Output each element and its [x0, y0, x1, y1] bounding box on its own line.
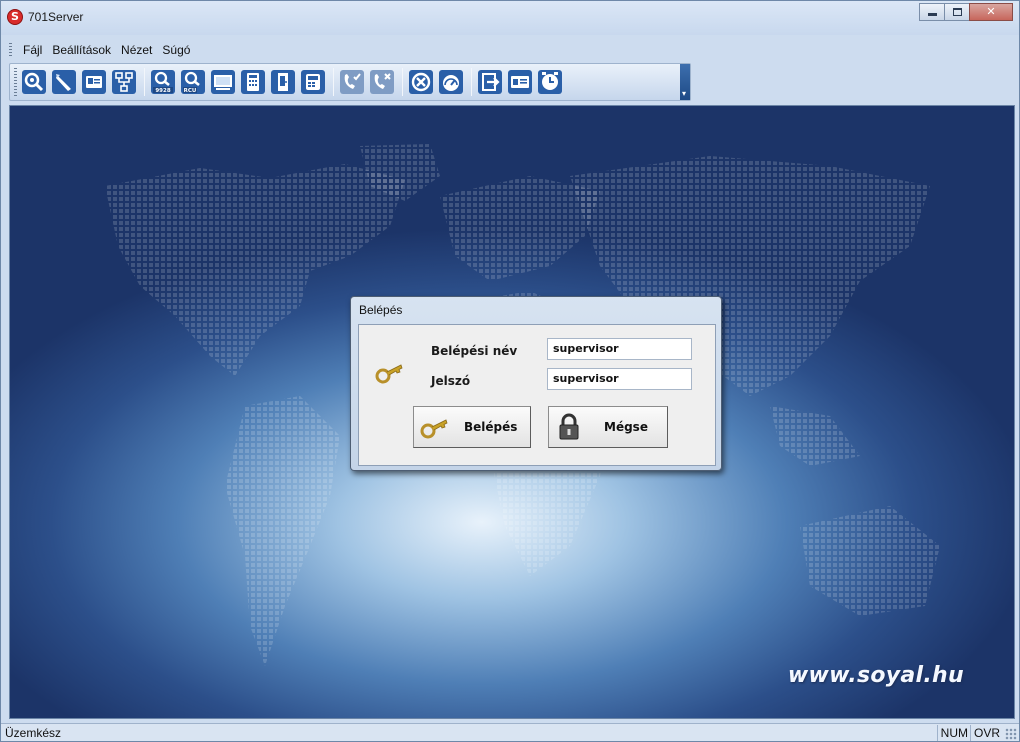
- magnifier-gear-icon: [22, 70, 46, 94]
- minimize-button[interactable]: [919, 3, 945, 21]
- cancel-button-label: Mégse: [604, 420, 648, 434]
- username-label: Belépési név: [431, 344, 518, 358]
- num-lock-indicator: NUM: [936, 725, 971, 741]
- toolbar-phone-reject-button[interactable]: [368, 67, 396, 97]
- website-watermark: www.soyal.hu: [787, 663, 964, 688]
- window-controls: ✕: [919, 3, 1013, 21]
- card-icon: [508, 70, 532, 94]
- app-logo-icon: S: [7, 9, 23, 25]
- phone-check-icon: [340, 70, 364, 94]
- password-input[interactable]: supervisor: [547, 368, 692, 390]
- status-text: Üzemkész: [5, 726, 62, 740]
- app-window: S 701Server ✕ Fájl Beállítások Nézet Súg…: [0, 0, 1020, 742]
- clock-icon: [538, 70, 562, 94]
- circle-x-icon: [409, 70, 433, 94]
- dialog-title: Belépés: [359, 303, 403, 317]
- key-icon: [420, 419, 448, 439]
- toolbar-edit-button[interactable]: [50, 67, 78, 97]
- login-button-label: Belépés: [464, 420, 518, 434]
- toolbar-grip[interactable]: [14, 68, 17, 96]
- exit-icon: [478, 70, 502, 94]
- menu-item-help[interactable]: Súgó: [157, 41, 195, 59]
- dialog-body: Belépési név supervisor Jelszó superviso…: [358, 324, 716, 466]
- phone-x-icon: [370, 70, 394, 94]
- login-dialog: Belépés Belépési név supervisor Jelszó s…: [350, 296, 722, 471]
- door-icon: [271, 70, 295, 94]
- svg-text:9928: 9928: [155, 88, 170, 94]
- toolbar-overflow-button[interactable]: ▾: [680, 64, 690, 100]
- menu-item-file[interactable]: Fájl: [18, 41, 47, 59]
- id-card-icon: [82, 70, 106, 94]
- main-toolbar: 9928 RCU ▾: [9, 63, 691, 101]
- cancel-button[interactable]: Mégse: [548, 406, 668, 448]
- magnifier-rcu-icon: RCU: [181, 70, 205, 94]
- toolbar-monitor-button[interactable]: [437, 67, 465, 97]
- username-input[interactable]: supervisor: [547, 338, 692, 360]
- toolbar-time-button[interactable]: [536, 67, 564, 97]
- controller-icon: [301, 70, 325, 94]
- toolbar-calculator-button[interactable]: [239, 67, 267, 97]
- toolbar-controller-button[interactable]: [299, 67, 327, 97]
- toolbar-exit-button[interactable]: [476, 67, 504, 97]
- close-button[interactable]: ✕: [969, 3, 1013, 21]
- overwrite-indicator: OVR: [969, 725, 1003, 741]
- toolbar-display-button[interactable]: [209, 67, 237, 97]
- network-icon: [112, 70, 136, 94]
- menu-item-view[interactable]: Nézet: [116, 41, 157, 59]
- toolbar-search-rcu-button[interactable]: RCU: [179, 67, 207, 97]
- calculator-icon: [241, 70, 265, 94]
- maximize-icon: [953, 8, 962, 16]
- status-bar: Üzemkész NUM OVR: [1, 723, 1019, 741]
- toolbar-separator: [402, 68, 403, 96]
- toolbar-disable-button[interactable]: [407, 67, 435, 97]
- toolbar-network-button[interactable]: [110, 67, 138, 97]
- maximize-button[interactable]: [944, 3, 970, 21]
- password-label: Jelszó: [431, 374, 471, 388]
- login-button[interactable]: Belépés: [413, 406, 531, 448]
- key-icon: [375, 364, 403, 384]
- magnifier-9928-icon: 9928: [151, 70, 175, 94]
- svg-text:RCU: RCU: [184, 88, 197, 94]
- toolbar-separator: [333, 68, 334, 96]
- menu-item-settings[interactable]: Beállítások: [47, 41, 116, 59]
- menu-grip[interactable]: [9, 43, 12, 57]
- window-title: 701Server: [28, 10, 84, 24]
- toolbar-separator: [144, 68, 145, 96]
- gauge-icon: [439, 70, 463, 94]
- toolbar-search-9928-button[interactable]: 9928: [149, 67, 177, 97]
- toolbar-id-card-button[interactable]: [80, 67, 108, 97]
- pen-icon: [52, 70, 76, 94]
- toolbar-card-button[interactable]: [506, 67, 534, 97]
- menu-bar: Fájl Beállítások Nézet Súgó: [1, 40, 1019, 60]
- title-bar[interactable]: S 701Server ✕: [1, 1, 1019, 35]
- toolbar-door-button[interactable]: [269, 67, 297, 97]
- close-icon: ✕: [986, 5, 996, 18]
- display-icon: [211, 70, 235, 94]
- resize-grip[interactable]: [1005, 728, 1017, 740]
- toolbar-search-settings-button[interactable]: [20, 67, 48, 97]
- chevron-down-icon: ▾: [682, 89, 687, 98]
- minimize-icon: [928, 13, 937, 16]
- toolbar-separator: [471, 68, 472, 96]
- toolbar-phone-accept-button[interactable]: [338, 67, 366, 97]
- padlock-icon: [559, 413, 579, 440]
